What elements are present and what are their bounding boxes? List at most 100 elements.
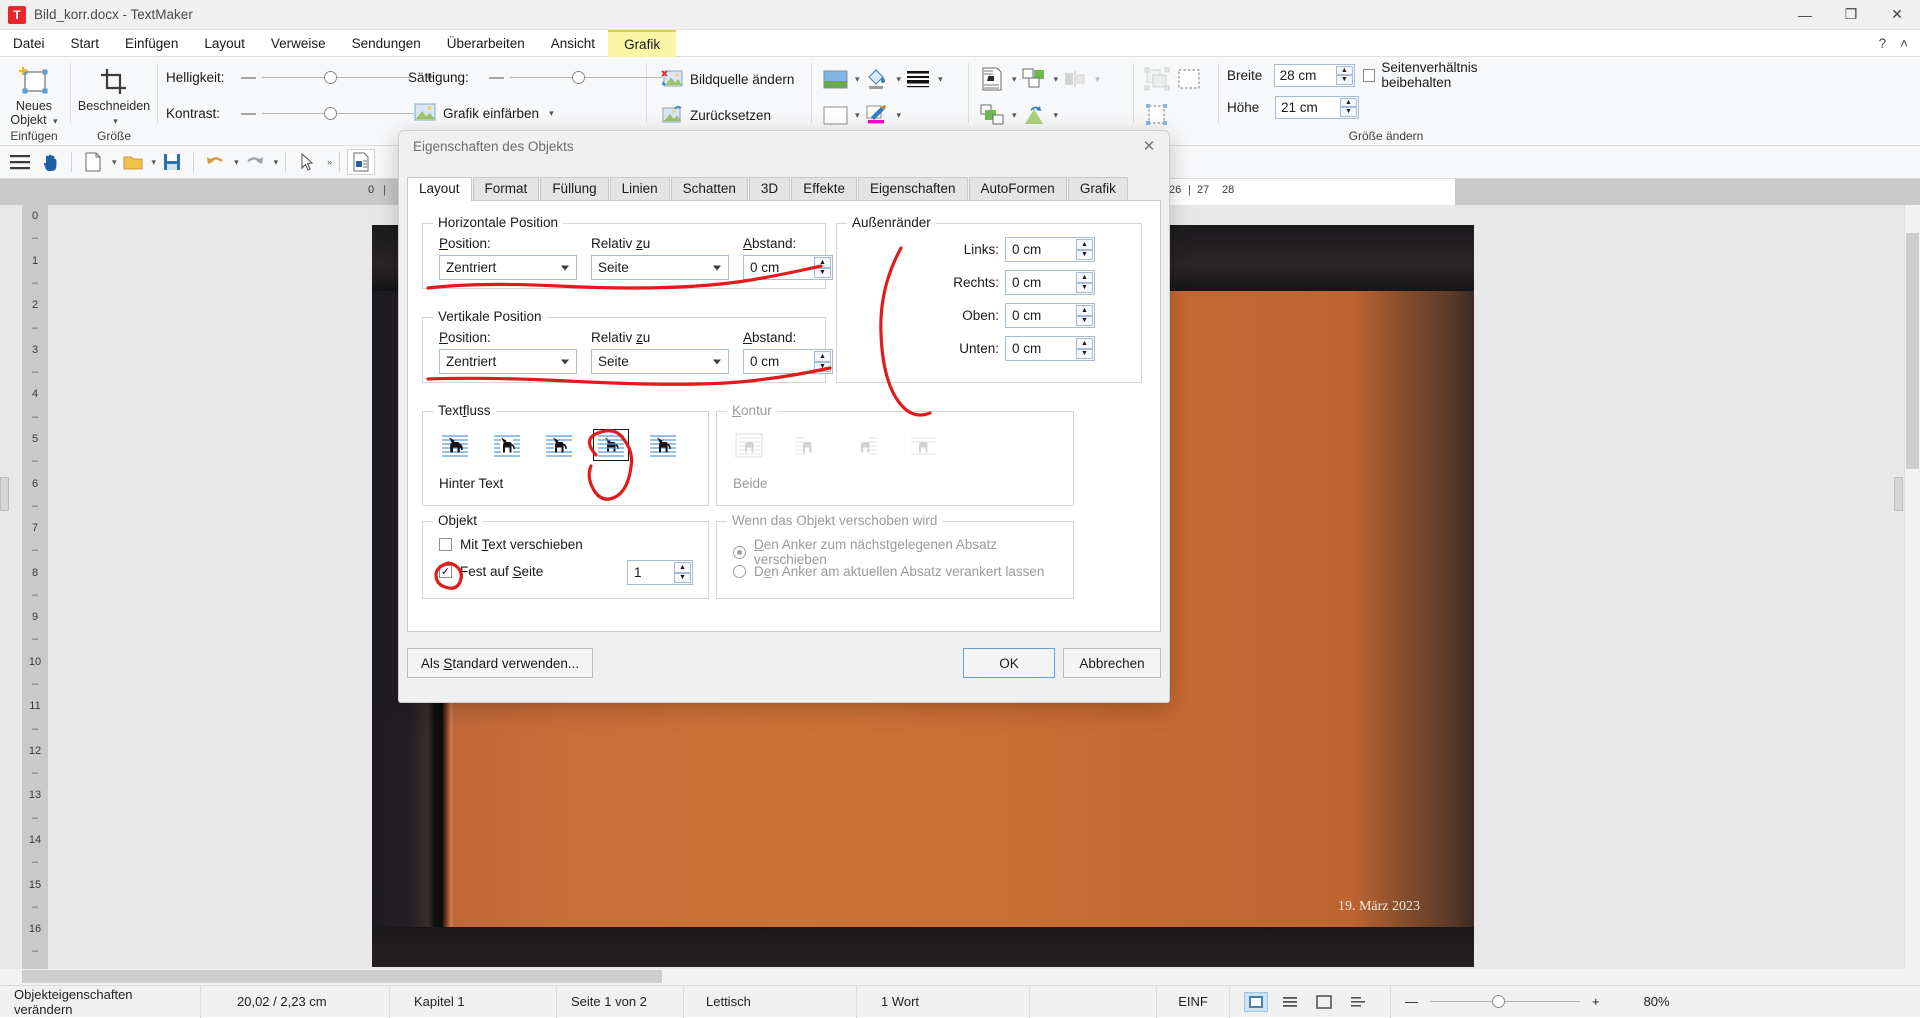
menu-hamburger-icon[interactable] [6,149,34,175]
view-draft-icon[interactable] [1346,992,1370,1012]
width-input[interactable]: 28 cm ▲▼ [1274,64,1355,87]
recolor-button[interactable]: Grafik einfärben ▾ [408,95,560,131]
menu-item-verweise[interactable]: Verweise [258,32,339,55]
chevron-down-icon[interactable]: ▾ [113,116,118,126]
maximize-button[interactable]: ❐ [1828,0,1874,30]
margin-bottom-input[interactable]: 0 cm ▲▼ [1005,336,1095,361]
menu-item-grafik[interactable]: Grafik [608,30,676,57]
select-objects-icon[interactable] [1174,66,1204,92]
spin-down-icon[interactable]: ▼ [1076,283,1093,294]
crop-button[interactable]: Beschneiden ▾ [78,61,150,128]
spin-down-icon[interactable]: ▼ [1340,107,1357,117]
menu-item-sendungen[interactable]: Sendungen [339,32,434,55]
spin-up-icon[interactable]: ▲ [814,351,831,362]
chevron-down-icon[interactable] [713,359,721,364]
h-distance-spinner[interactable]: ▲▼ [814,257,831,278]
textflow-option-vor-text[interactable] [645,429,681,461]
contrast-slider[interactable] [262,113,414,114]
v-distance-spinner[interactable]: ▲▼ [814,351,831,372]
new-object-button[interactable]: Neues Objekt ▾ [6,61,62,128]
page-number-spinner[interactable]: ▲▼ [674,562,691,583]
menu-item-start[interactable]: Start [58,32,113,55]
spin-up-icon[interactable]: ▲ [1076,305,1093,316]
tab-layout[interactable]: Layout [407,177,472,201]
chevron-down-icon[interactable]: ▾ [855,74,860,85]
zoom-slider[interactable] [1430,1001,1580,1002]
margin-right-spinner[interactable]: ▲▼ [1076,272,1093,293]
view-full-page-icon[interactable] [1312,992,1336,1012]
object-properties-dialog[interactable]: Eigenschaften des Objekts ✕ Layout Forma… [398,130,1170,703]
line-style-icon[interactable] [903,66,933,92]
vertical-scrollbar-thumb[interactable] [1906,233,1919,469]
h-position-combo[interactable]: Zentriert [439,255,577,280]
chevron-down-icon[interactable]: ▾ [897,110,902,121]
vertical-scrollbar[interactable] [1904,205,1920,985]
tab-3d[interactable]: 3D [749,177,790,200]
spin-down-icon[interactable]: ▼ [674,573,691,584]
margin-top-spinner[interactable]: ▲▼ [1076,305,1093,326]
spin-down-icon[interactable]: ▼ [814,362,831,373]
h-relative-combo[interactable]: Seite [591,255,729,280]
chevron-down-icon[interactable]: ▾ [112,157,117,168]
chevron-down-icon[interactable]: ▾ [549,108,554,119]
fill-bucket-icon[interactable] [862,66,892,92]
spin-down-icon[interactable]: ▼ [814,268,831,279]
v-distance-input[interactable]: 0 cm ▲▼ [743,349,833,374]
spin-up-icon[interactable]: ▲ [1336,66,1353,76]
h-distance-input[interactable]: 0 cm ▲▼ [743,255,833,280]
minimize-button[interactable]: — [1782,0,1828,30]
chevron-down-icon[interactable] [713,265,721,270]
zoom-minus-icon[interactable]: — [1405,994,1418,1009]
document-tab-icon[interactable] [347,149,375,175]
rotate-icon[interactable] [1019,102,1049,128]
v-relative-combo[interactable]: Seite [591,349,729,374]
brush-color-icon[interactable] [862,102,892,128]
width-spinner[interactable]: ▲▼ [1336,66,1353,85]
no-fill-icon[interactable] [820,102,850,128]
chevron-down-icon[interactable]: ▾ [1054,110,1059,121]
spin-up-icon[interactable]: ▲ [674,562,691,573]
chevron-down-icon[interactable] [561,265,569,270]
margin-bottom-spinner[interactable]: ▲▼ [1076,338,1093,359]
view-text-icon[interactable] [1278,992,1302,1012]
zoom-slider-knob[interactable] [1492,995,1505,1008]
right-panel-toggle[interactable] [1894,477,1903,511]
textflow-option-hinter-text[interactable] [593,429,629,461]
view-page-layout-icon[interactable] [1244,992,1268,1012]
margin-top-input[interactable]: 0 cm ▲▼ [1005,303,1095,328]
cancel-button[interactable]: Abbrechen [1063,648,1161,678]
contrast-slider-knob[interactable] [324,107,337,120]
tab-autoformen[interactable]: AutoFormen [969,177,1067,200]
close-button[interactable]: ✕ [1874,0,1920,30]
redo-icon[interactable] [241,149,269,175]
saturation-slider-knob[interactable] [572,71,585,84]
menu-item-ueberarbeiten[interactable]: Überarbeiten [434,32,538,55]
height-spinner[interactable]: ▲▼ [1340,98,1357,117]
tab-eigenschaften[interactable]: Eigenschaften [858,177,968,200]
menu-item-datei[interactable]: Datei [0,32,58,55]
page-number-input[interactable]: 1 ▲▼ [627,560,693,585]
overflow-chevron-icon[interactable]: » [327,157,332,167]
hand-tool-icon[interactable] [36,149,64,175]
zoom-value[interactable]: 80% [1614,986,1688,1018]
chevron-down-icon[interactable]: ▾ [234,157,239,168]
saturation-slider[interactable] [510,77,662,78]
tab-grafik[interactable]: Grafik [1068,177,1128,200]
use-as-default-button[interactable]: Als Standard verwenden... [407,648,593,678]
chevron-down-icon[interactable]: ▾ [1054,74,1059,85]
help-icon[interactable]: ? [1879,36,1887,51]
textflow-option-kein-umbruch[interactable] [437,429,473,461]
status-language[interactable]: Lettisch [684,986,856,1018]
menu-item-layout[interactable]: Layout [191,32,258,55]
zoom-plus-icon[interactable]: + [1592,994,1600,1009]
chevron-up-icon[interactable]: ˄ [1900,36,1908,51]
v-position-combo[interactable]: Zentriert [439,349,577,374]
brightness-slider[interactable] [262,77,414,78]
new-document-icon[interactable] [79,149,107,175]
tab-fuellung[interactable]: Füllung [540,177,608,200]
save-icon[interactable] [158,149,186,175]
horizontal-scrollbar[interactable] [0,969,1920,985]
send-to-back-icon[interactable] [977,102,1007,128]
spin-up-icon[interactable]: ▲ [1076,272,1093,283]
change-source-button[interactable]: Bildquelle ändern [655,61,800,97]
